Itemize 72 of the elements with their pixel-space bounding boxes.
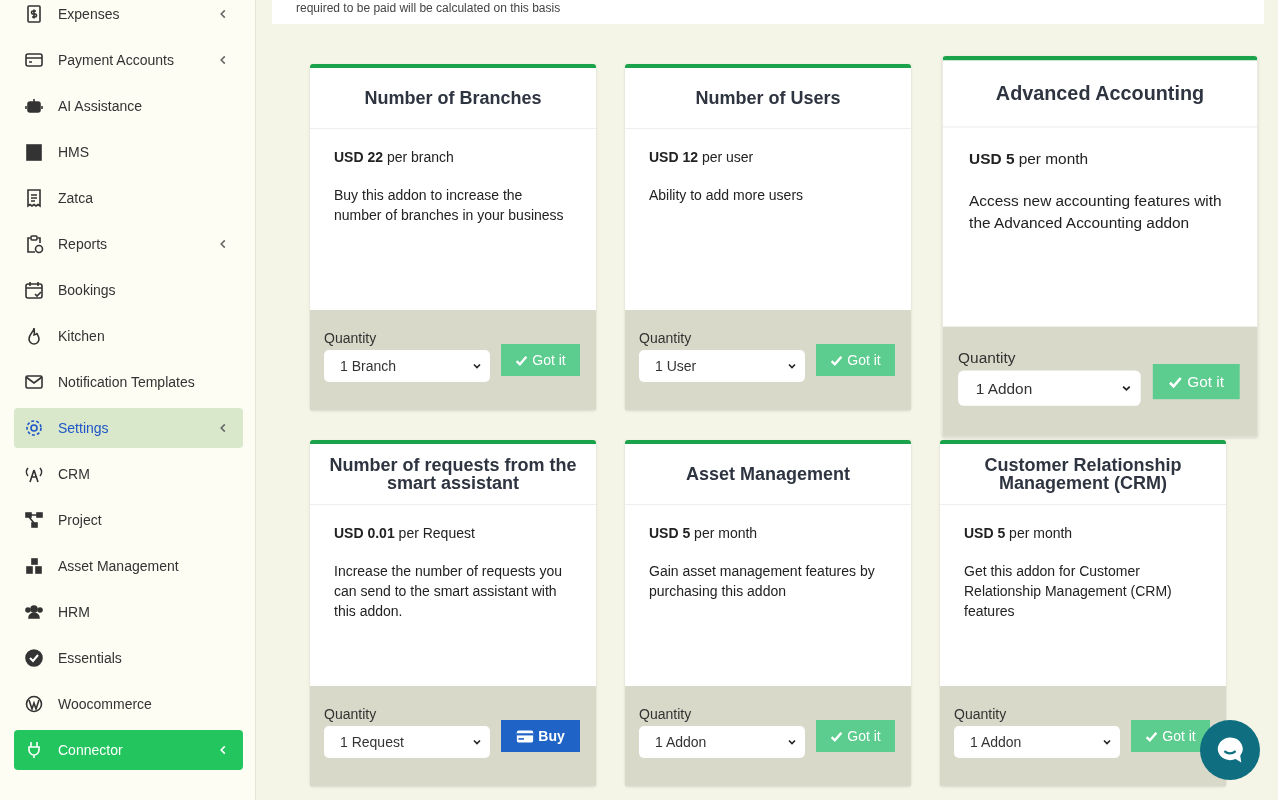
sidebar-item[interactable]: CRM bbox=[14, 454, 243, 494]
buy-button[interactable]: Buy bbox=[501, 720, 580, 752]
sidebar-item[interactable]: Project bbox=[14, 500, 243, 540]
caret-icon bbox=[787, 361, 797, 371]
quantity-select[interactable]: 1 Branch bbox=[324, 350, 490, 382]
description-text: Get this addon for Customer Relationship Management (CRM) features bbox=[964, 562, 1173, 621]
price-text: USD 5 per month bbox=[969, 149, 1090, 168]
quantity-select[interactable]: 1 Addon bbox=[954, 726, 1120, 758]
sidebar-item[interactable]: Zatca bbox=[14, 178, 243, 218]
card-title: Number of Users bbox=[695, 89, 841, 107]
card-title: Customer Relationship Management (CRM) bbox=[983, 456, 1183, 492]
caret-icon bbox=[787, 737, 797, 747]
gear-icon bbox=[24, 418, 44, 438]
sidebar-item[interactable]: HRM bbox=[14, 592, 243, 632]
price-text: USD 22 per branch bbox=[334, 149, 455, 165]
quantity-label: Quantity bbox=[324, 330, 378, 346]
check-icon bbox=[1168, 374, 1183, 389]
boxes-icon bbox=[24, 556, 44, 576]
card-icon bbox=[24, 50, 44, 70]
sidebar-item[interactable]: Kitchen bbox=[14, 316, 243, 356]
description-text: Gain asset management features by purchasing this addon bbox=[649, 562, 876, 601]
sidebar-item[interactable]: Notification Templates bbox=[14, 362, 243, 402]
intro-text: required to be paid will be calculated on this basis bbox=[296, 1, 561, 15]
check-icon bbox=[830, 353, 844, 367]
sidebar-item[interactable]: Essentials bbox=[14, 638, 243, 678]
price-text: USD 5 per month bbox=[964, 525, 1074, 541]
clipboard-icon bbox=[24, 234, 44, 254]
price-text: USD 12 per user bbox=[649, 149, 755, 165]
price-text: USD 0.01 per Request bbox=[334, 525, 476, 541]
sidebar-item[interactable]: Asset Management bbox=[14, 546, 243, 586]
description-text: Ability to add more users bbox=[649, 186, 805, 205]
sidebar-item[interactable]: Reports bbox=[14, 224, 243, 264]
caret-icon bbox=[1102, 737, 1112, 747]
caret-icon bbox=[472, 737, 482, 747]
quantity-select[interactable]: 1 User bbox=[639, 350, 805, 382]
sidebar-item[interactable]: Expenses bbox=[14, 0, 243, 34]
people-icon bbox=[24, 602, 44, 622]
quantity-label: Quantity bbox=[958, 348, 1017, 367]
quantity-select[interactable]: 1 Addon bbox=[639, 726, 805, 758]
diagram-icon bbox=[24, 510, 44, 530]
sidebar-item[interactable]: Payment Accounts bbox=[14, 40, 243, 80]
description-text: Access new accounting features with the Advanced Accounting addon bbox=[969, 190, 1223, 233]
quantity-select[interactable]: 1 Addon bbox=[958, 370, 1141, 406]
check-icon bbox=[24, 648, 44, 668]
quantity-label: Quantity bbox=[639, 706, 693, 722]
globe-icon bbox=[24, 694, 44, 714]
calendar-icon bbox=[24, 280, 44, 300]
description-text: Buy this addon to increase the number of branches in your business bbox=[334, 186, 565, 225]
robot-icon bbox=[24, 96, 44, 116]
check-icon bbox=[830, 729, 844, 743]
sidebar-item[interactable]: AI Assistance bbox=[14, 86, 243, 126]
check-icon bbox=[515, 353, 529, 367]
receipt-icon bbox=[24, 4, 44, 24]
price-text: USD 5 per month bbox=[649, 525, 759, 541]
sidebar-item[interactable]: Woocommerce bbox=[14, 684, 243, 724]
caret-icon bbox=[472, 361, 482, 371]
description-text: Increase the number of requests you can send to the smart assistant with this addon. bbox=[334, 562, 564, 621]
credit-card-icon bbox=[516, 729, 535, 743]
quantity-label: Quantity bbox=[324, 706, 378, 722]
card-title: Asset Management bbox=[685, 465, 851, 483]
sidebar-item[interactable]: Settings bbox=[14, 408, 243, 448]
card-title: Number of requests from the smart assistant bbox=[328, 456, 578, 492]
quantity-label: Quantity bbox=[639, 330, 693, 346]
card-title: Number of Branches bbox=[364, 89, 542, 107]
quantity-select[interactable]: 1 Request bbox=[324, 726, 490, 758]
check-icon bbox=[1145, 729, 1159, 743]
quantity-label: Quantity bbox=[954, 706, 1008, 722]
sidebar-item[interactable]: Bookings bbox=[14, 270, 243, 310]
card-title: Advanced Accounting bbox=[995, 83, 1205, 104]
sidebar-item[interactable]: HMS bbox=[14, 132, 243, 172]
envelope-icon bbox=[24, 372, 44, 392]
document-icon bbox=[24, 188, 44, 208]
